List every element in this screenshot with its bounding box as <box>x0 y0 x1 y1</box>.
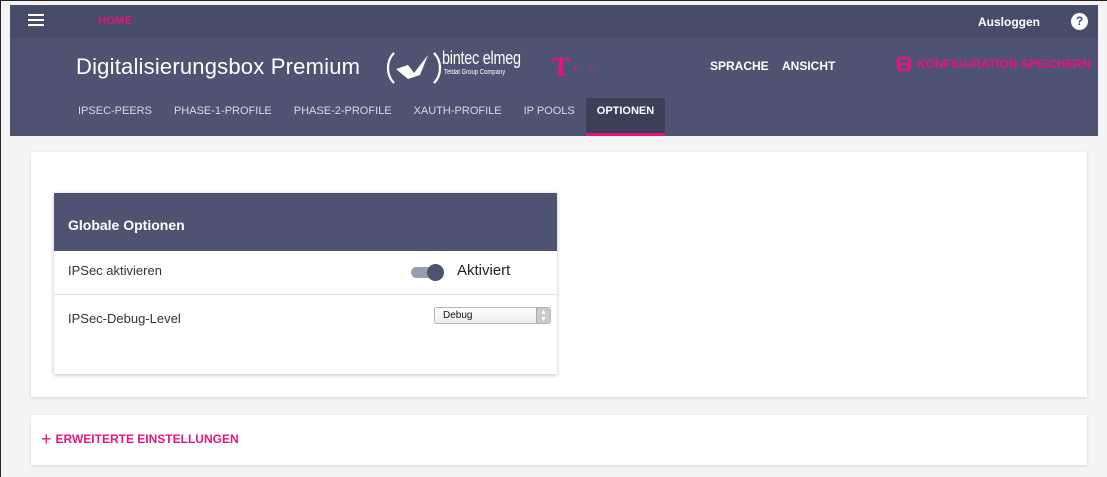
view-menu[interactable]: ANSICHT <box>782 59 835 73</box>
telekom-t-glyph: T <box>552 53 570 82</box>
tab-phase-2-profile[interactable]: PHASE-2-PROFILE <box>283 98 403 136</box>
debug-level-row: IPSec-Debug-Level Debug ▲ ▼ <box>54 295 557 349</box>
hamburger-menu-icon[interactable] <box>28 14 44 27</box>
floppy-disk-icon <box>897 57 911 71</box>
app-header: Digitalisierungsbox Premium bintec elmeg… <box>10 38 1098 136</box>
ipsec-toggle-state: Aktiviert <box>457 262 511 279</box>
advanced-settings-card: + ERWEITERTE EINSTELLUNGEN <box>31 415 1087 465</box>
brand-subtitle: Teldat Group Company <box>444 69 506 76</box>
tab-optionen[interactable]: OPTIONEN <box>585 98 666 136</box>
help-icon[interactable]: ? <box>1071 13 1088 30</box>
global-options-panel: Globale Optionen IPSec aktivieren Aktivi… <box>54 193 557 374</box>
brand-name: bintec elmeg <box>442 48 521 68</box>
save-configuration-button[interactable]: KONFIGURATION SPEICHERN <box>897 57 1091 71</box>
tab-ip-pools[interactable]: IP POOLS <box>513 98 586 136</box>
logout-link[interactable]: Ausloggen <box>978 15 1040 29</box>
tab-ipsec-peers[interactable]: IPSEC-PEERS <box>67 98 163 136</box>
content-card: Globale Optionen IPSec aktivieren Aktivi… <box>31 152 1087 397</box>
app-title: Digitalisierungsbox Premium <box>76 54 361 79</box>
top-bar: HOME Ausloggen ? <box>10 5 1098 38</box>
ipsec-enable-toggle[interactable] <box>411 264 445 281</box>
debug-level-label: IPSec-Debug-Level <box>68 311 181 326</box>
save-configuration-label: KONFIGURATION SPEICHERN <box>917 57 1091 71</box>
tab-xauth-profile[interactable]: XAUTH-PROFILE <box>403 98 513 136</box>
advanced-settings-label: ERWEITERTE EINSTELLUNGEN <box>55 432 239 446</box>
plus-icon: + <box>41 429 52 449</box>
tab-bar: IPSEC-PEERS PHASE-1-PROFILE PHASE-2-PROF… <box>67 98 666 136</box>
language-menu[interactable]: SPRACHE <box>710 59 769 73</box>
telekom-logo: T • • <box>552 53 599 82</box>
select-arrows-icon: ▲ ▼ <box>536 308 550 323</box>
telekom-dots: • • <box>573 64 599 75</box>
ipsec-enable-label: IPSec aktivieren <box>68 263 162 278</box>
home-link[interactable]: HOME <box>98 15 132 27</box>
debug-level-select[interactable]: Debug ▲ ▼ <box>434 307 551 324</box>
ipsec-enable-row: IPSec aktivieren Aktiviert <box>54 251 557 295</box>
tab-phase-1-profile[interactable]: PHASE-1-PROFILE <box>163 98 283 136</box>
advanced-settings-toggle[interactable]: + ERWEITERTE EINSTELLUNGEN <box>41 429 239 449</box>
panel-title: Globale Optionen <box>54 193 557 251</box>
debug-level-value: Debug <box>443 310 473 321</box>
